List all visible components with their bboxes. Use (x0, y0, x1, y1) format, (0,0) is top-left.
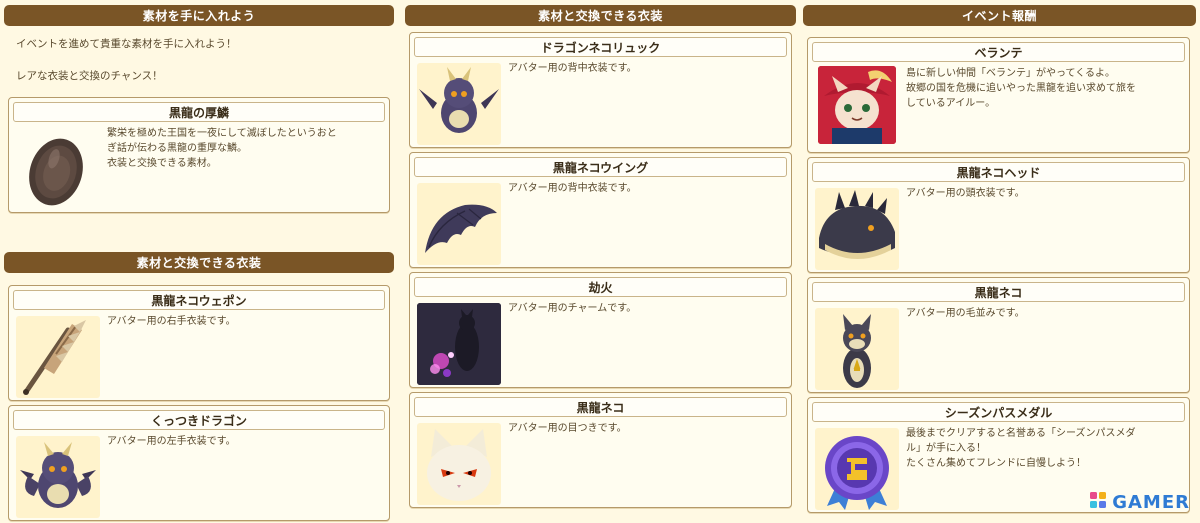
item-title: 黒龍ネコ (812, 282, 1185, 302)
item-desc: 島に新しい仲間「ベランテ」がやってくるよ。 故郷の国を危機に追いやった黒龍を追い… (906, 68, 1136, 109)
item-card-wing[interactable]: 黒龍ネコウイング アバター用の背中衣装です。 (409, 152, 792, 268)
exchange-left-heading: 素材と交換できる衣装 (4, 252, 394, 273)
item-title: シーズンパスメダル (812, 402, 1185, 422)
item-card-kuttsuki-dragon[interactable]: くっつきドラゴン アバター用の左手衣装です。 (8, 405, 390, 521)
item-desc: アバター用の毛並みです。 (906, 308, 1025, 319)
item-title: 黒龍ネコウェポン (13, 290, 385, 310)
item-card-verante[interactable]: ベランテ 島に新しい仲間「ベランテ」がやってくるよ。 故郷の国を危機に追いやった… (807, 37, 1190, 153)
wing-icon (417, 183, 501, 265)
cat-eyes-icon (417, 423, 501, 505)
intro-line-2: レアな衣装と交換のチャンス！ (16, 70, 163, 82)
event-rewards-heading: イベント報酬 (803, 5, 1196, 26)
dragon-head-icon (815, 188, 899, 270)
material-heading: 素材を手に入れよう (4, 5, 394, 26)
gamer-watermark: GAMER (1088, 490, 1190, 515)
item-desc: 繁栄を極めた王国を一夜にして滅ぼしたというおと ぎ話が伝わる黒龍の重厚な鱗。 衣… (107, 128, 337, 169)
item-desc: 最後までクリアすると名誉ある「シーズンパスメダ ル」が手に入る！ たくさん集めて… (906, 428, 1136, 469)
item-desc: アバター用の目つきです。 (508, 423, 627, 434)
item-card-kokuryu-scale[interactable]: 黒龍の厚鱗 繁栄を極めた王国を一夜にして滅ぼしたというおと ぎ話が伝わる黒龍の重… (8, 97, 390, 213)
exchange-center-heading: 素材と交換できる衣装 (405, 5, 796, 26)
item-title: 黒龍ネコ (414, 397, 787, 417)
medal-icon (815, 428, 899, 510)
scale-icon (16, 128, 100, 210)
spiked-club-icon (16, 316, 100, 398)
item-card-kokuryu-neko-eyes[interactable]: 黒龍ネコ アバター用の目つきです。 (409, 392, 792, 508)
watermark-text: GAMER (1112, 492, 1190, 513)
cat-fur-icon (815, 308, 899, 390)
item-desc: アバター用の左手衣装です。 (107, 436, 236, 447)
item-card-kokuryu-neko-fur[interactable]: 黒龍ネコ アバター用の毛並みです。 (807, 277, 1190, 393)
item-title: 黒龍の厚鱗 (13, 102, 385, 122)
verante-portrait-icon (818, 66, 896, 144)
item-desc: アバター用の右手衣装です。 (107, 316, 236, 327)
item-desc: アバター用のチャームです。 (508, 303, 637, 314)
item-card-dragon-head[interactable]: 黒龍ネコヘッド アバター用の頭衣装です。 (807, 157, 1190, 273)
item-title: 黒龍ネコヘッド (812, 162, 1185, 182)
dragon-plush-icon (16, 436, 100, 518)
item-title: 黒龍ネコウイング (414, 157, 787, 177)
item-card-weapon[interactable]: 黒龍ネコウェポン アバター用の右手衣装です。 (8, 285, 390, 401)
item-desc: アバター用の背中衣装です。 (508, 63, 637, 74)
item-card-dragon-backpack[interactable]: ドラゴンネコリュック アバター用の背中衣装です。 (409, 32, 792, 148)
item-title: くっつきドラゴン (13, 410, 385, 430)
item-card-goka[interactable]: 劫火 アバター用のチャームです。 (409, 272, 792, 388)
item-title: 劫火 (414, 277, 787, 297)
item-desc: アバター用の背中衣装です。 (508, 183, 637, 194)
flame-charm-icon (417, 303, 501, 385)
item-desc: アバター用の頭衣装です。 (906, 188, 1025, 199)
item-title: ドラゴンネコリュック (414, 37, 787, 57)
intro-line-1: イベントを進めて貴重な素材を手に入れよう！ (16, 38, 237, 50)
item-title: ベランテ (812, 42, 1185, 62)
dragon-backpack-icon (417, 63, 501, 145)
gamer-logo-icon (1088, 490, 1108, 515)
